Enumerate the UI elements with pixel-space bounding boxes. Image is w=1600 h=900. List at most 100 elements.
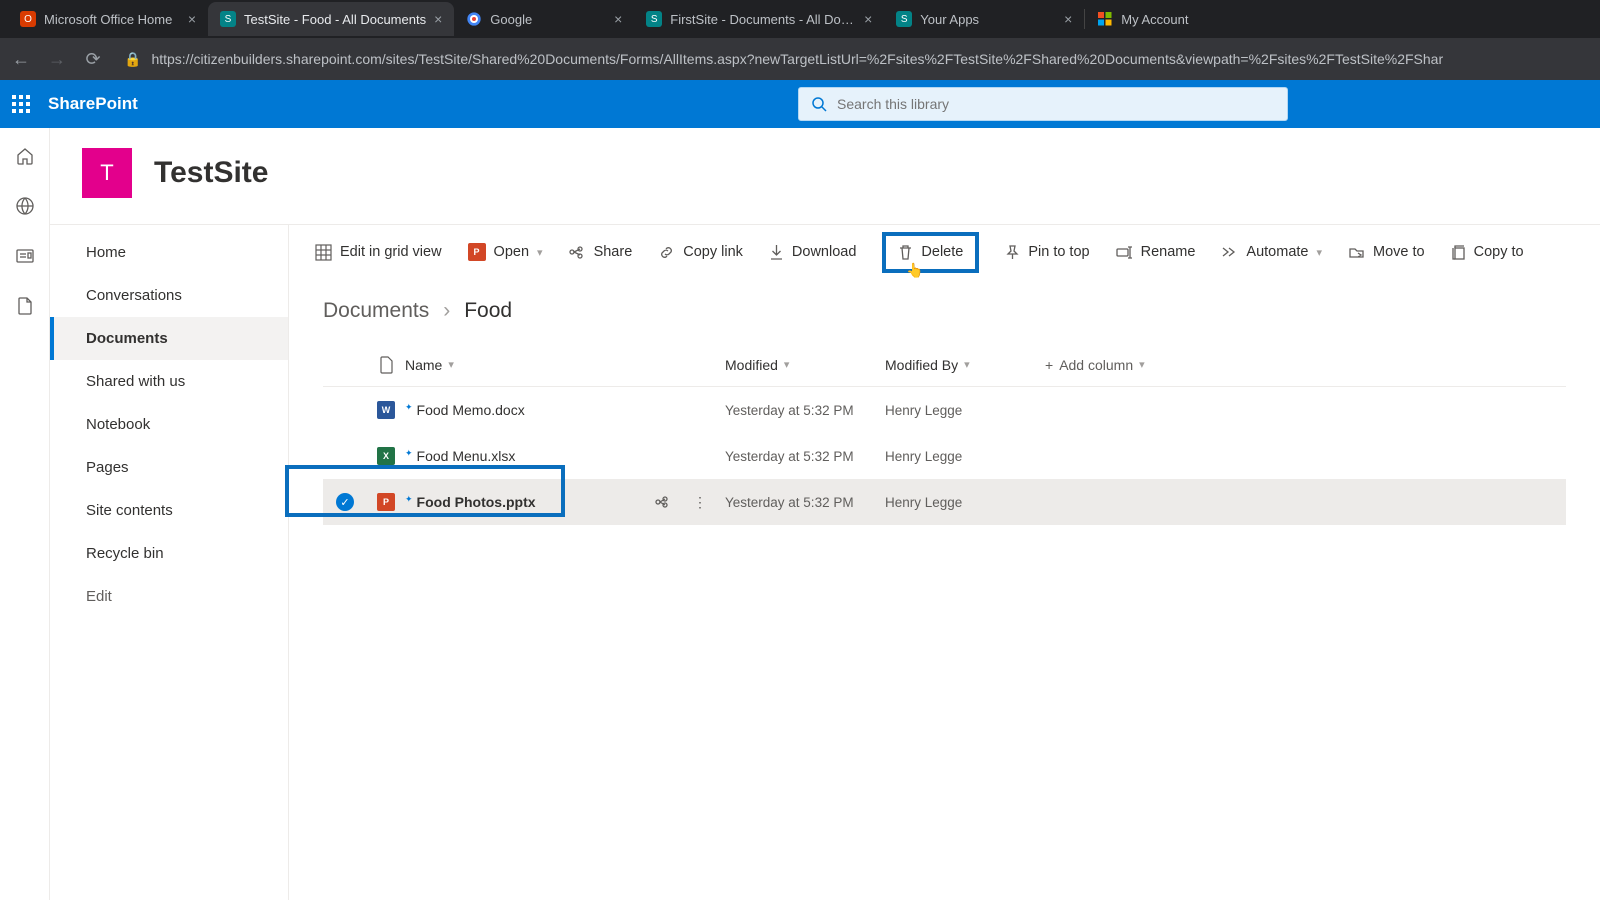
browser-tab[interactable]: Google ×: [454, 2, 634, 36]
url-field[interactable]: 🔒 https://citizenbuilders.sharepoint.com…: [118, 51, 1590, 68]
sharepoint-brand[interactable]: SharePoint: [48, 94, 138, 114]
rename-icon: [1116, 245, 1133, 260]
suite-bar: SharePoint: [0, 80, 1600, 128]
browser-tab[interactable]: S Your Apps ×: [884, 2, 1084, 36]
cmd-label: Copy to: [1474, 244, 1524, 260]
modified-header[interactable]: Modified▾: [725, 357, 885, 373]
file-type-header[interactable]: [367, 356, 405, 374]
breadcrumb: Documents › Food: [289, 279, 1600, 333]
table-row[interactable]: X ✦Food Menu.xlsx Yesterday at 5:32 PM H…: [323, 433, 1566, 479]
close-icon[interactable]: ×: [614, 11, 622, 27]
move-button[interactable]: Move to: [1348, 244, 1425, 260]
plus-icon: +: [1045, 357, 1053, 373]
more-icon[interactable]: ⋮: [693, 494, 707, 511]
cmd-label: Open: [494, 244, 529, 260]
back-icon[interactable]: ←: [10, 49, 32, 70]
new-indicator-icon: ✦: [405, 494, 413, 505]
browser-tab[interactable]: My Account: [1085, 2, 1245, 36]
home-icon[interactable]: [15, 146, 35, 166]
nav-recycle-bin[interactable]: Recycle bin: [50, 532, 288, 575]
nav-conversations[interactable]: Conversations: [50, 274, 288, 317]
nav-home[interactable]: Home: [50, 231, 288, 274]
cmd-label: Edit in grid view: [340, 244, 442, 260]
nav-documents[interactable]: Documents: [50, 317, 288, 360]
browser-tab[interactable]: O Microsoft Office Home ×: [8, 2, 208, 36]
file-name[interactable]: Food Memo.docx: [417, 402, 525, 418]
files-icon[interactable]: [15, 296, 35, 316]
search-input[interactable]: [837, 96, 1275, 112]
nav-notebook[interactable]: Notebook: [50, 403, 288, 446]
rename-button[interactable]: Rename: [1116, 244, 1196, 260]
site-logo[interactable]: T: [82, 148, 132, 198]
close-icon[interactable]: ×: [434, 11, 442, 27]
breadcrumb-parent[interactable]: Documents: [323, 299, 429, 323]
chevron-right-icon: ›: [443, 299, 450, 323]
close-icon[interactable]: ×: [1064, 11, 1072, 27]
download-button[interactable]: Download: [769, 244, 857, 261]
close-icon[interactable]: ×: [864, 11, 872, 27]
powerpoint-icon: P: [468, 243, 486, 261]
pin-button[interactable]: Pin to top: [1005, 244, 1089, 261]
table-row[interactable]: W ✦Food Memo.docx Yesterday at 5:32 PM H…: [323, 387, 1566, 433]
cmd-label: Copy link: [683, 244, 743, 260]
share-icon[interactable]: [655, 494, 671, 511]
address-bar: ← → ⟳ 🔒 https://citizenbuilders.sharepoi…: [0, 38, 1600, 80]
command-bar: Edit in grid view P Open ▾ Share Copy li…: [289, 225, 1600, 279]
cursor-icon: 👆: [906, 262, 923, 279]
tab-title: Microsoft Office Home: [44, 12, 180, 27]
modified-cell: Yesterday at 5:32 PM: [725, 449, 885, 464]
add-column-button[interactable]: +Add column▾: [1045, 357, 1566, 373]
name-header[interactable]: Name▾: [405, 357, 725, 373]
new-indicator-icon: ✦: [405, 448, 413, 459]
download-icon: [769, 244, 784, 261]
site-title[interactable]: TestSite: [154, 156, 268, 190]
share-button[interactable]: Share: [569, 244, 633, 261]
chevron-down-icon: ▾: [537, 246, 543, 259]
search-icon: [811, 96, 827, 112]
global-rail: [0, 128, 50, 900]
edit-grid-button[interactable]: Edit in grid view: [315, 244, 442, 261]
browser-tab[interactable]: S FirstSite - Documents - All Docum ×: [634, 2, 884, 36]
nav-pages[interactable]: Pages: [50, 446, 288, 489]
document-list: Name▾ Modified▾ Modified By▾ +Add column…: [289, 333, 1600, 525]
close-icon[interactable]: ×: [188, 11, 196, 27]
share-icon: [569, 244, 586, 261]
table-row[interactable]: ✓ P ✦Food Photos.pptx ⋮ Yesterday at 5:3…: [323, 479, 1566, 525]
copy-link-button[interactable]: Copy link: [658, 244, 743, 261]
chevron-down-icon: ▾: [1139, 358, 1145, 371]
cmd-label: Share: [594, 244, 633, 260]
checkmark-icon[interactable]: ✓: [336, 493, 354, 511]
modified-by-cell: Henry Legge: [885, 449, 1045, 464]
modified-cell: Yesterday at 5:32 PM: [725, 495, 885, 510]
lock-icon: 🔒: [124, 51, 141, 68]
chevron-down-icon: ▾: [964, 358, 970, 371]
globe-icon[interactable]: [15, 196, 35, 216]
news-icon[interactable]: [15, 246, 35, 266]
word-icon: W: [377, 401, 395, 419]
tab-title: My Account: [1121, 12, 1233, 27]
reload-icon[interactable]: ⟳: [82, 49, 104, 70]
file-name[interactable]: Food Photos.pptx: [417, 494, 536, 510]
nav-shared-with-us[interactable]: Shared with us: [50, 360, 288, 403]
file-name[interactable]: Food Menu.xlsx: [417, 448, 516, 464]
chevron-down-icon: ▾: [784, 358, 790, 371]
app-launcher-icon[interactable]: [12, 95, 30, 113]
modified-by-header[interactable]: Modified By▾: [885, 357, 1045, 373]
nav-site-contents[interactable]: Site contents: [50, 489, 288, 532]
forward-icon[interactable]: →: [46, 49, 68, 70]
browser-tab[interactable]: S TestSite - Food - All Documents ×: [208, 2, 454, 36]
nav-edit[interactable]: Edit: [50, 575, 288, 618]
search-box[interactable]: [798, 87, 1288, 121]
url-text: https://citizenbuilders.sharepoint.com/s…: [151, 51, 1443, 67]
chevron-down-icon: ▾: [1316, 246, 1322, 259]
left-nav: Home Conversations Documents Shared with…: [50, 224, 288, 900]
copy-button[interactable]: Copy to: [1451, 244, 1524, 261]
tab-title: Google: [490, 12, 606, 27]
trash-icon: [898, 244, 913, 261]
delete-button[interactable]: Delete 👆: [882, 232, 979, 273]
cmd-label: Move to: [1373, 244, 1425, 260]
open-button[interactable]: P Open ▾: [468, 243, 543, 261]
automate-button[interactable]: Automate ▾: [1221, 244, 1322, 260]
link-icon: [658, 244, 675, 261]
cmd-label: Rename: [1141, 244, 1196, 260]
